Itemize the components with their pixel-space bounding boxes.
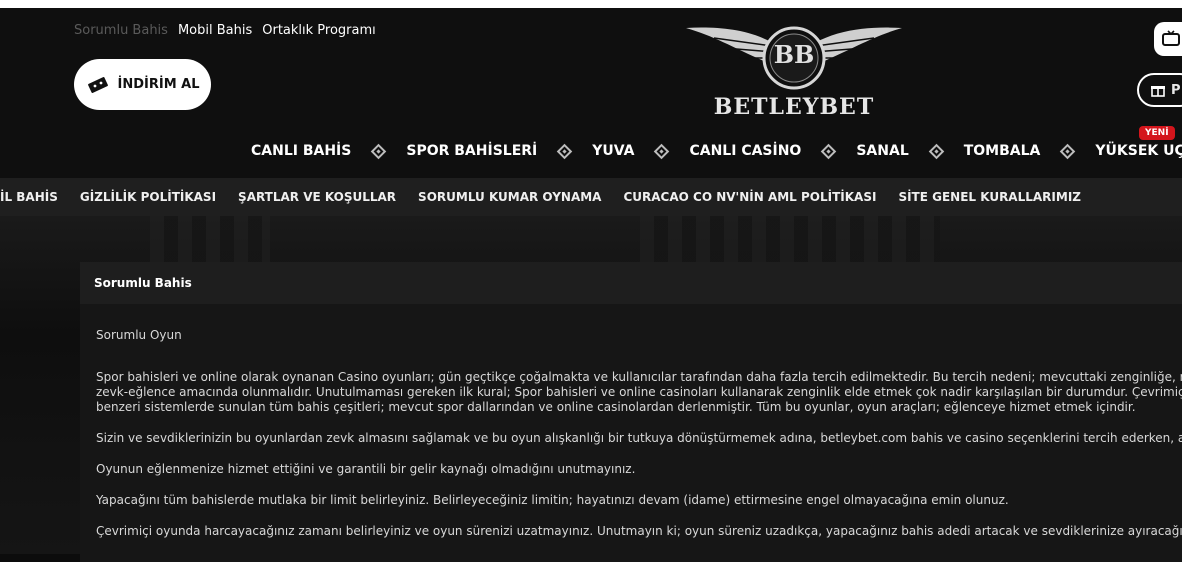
nav-tombala[interactable]: TOMBALA (964, 143, 1041, 159)
logo-text: BETLEYBET (713, 94, 875, 120)
gift-icon (1151, 86, 1165, 97)
nav-canli-casino[interactable]: CANLI CASİNO (689, 143, 801, 159)
diamond-icon (928, 143, 945, 159)
nav-yuva[interactable]: YUVA (592, 143, 634, 159)
paragraph-line: zevk-eğlence amacında olunmalıdır. Unutu… (96, 385, 1182, 399)
paragraph-line: Spor bahisleri ve online olarak oynanan … (96, 370, 1182, 384)
paragraph-2: Sizin ve sevdiklerinizin bu oyunlardan z… (96, 431, 1182, 445)
top-link-sorumlu-bahis[interactable]: Sorumlu Bahis (74, 23, 168, 38)
panel-title: Sorumlu Bahis (80, 262, 1182, 304)
promo-button-label: P (1171, 82, 1181, 98)
logo-monogram: BB (773, 40, 815, 69)
diamond-icon (654, 143, 670, 159)
nav-sanal[interactable]: SANAL (856, 143, 908, 159)
subnav-il-bahis[interactable]: İL BAHİS (0, 190, 58, 204)
top-links: Sorumlu Bahis Mobil Bahis Ortaklık Progr… (74, 23, 376, 38)
paragraph-line: benzeri sistemlerde sunulan tüm bahis çe… (96, 400, 1136, 414)
new-badge: YENİ (1139, 126, 1175, 140)
subnav-sorumlu-kumar[interactable]: SORUMLU KUMAR OYNAMA (418, 190, 601, 204)
top-link-mobil-bahis[interactable]: Mobil Bahis (178, 23, 252, 38)
background-decoration (640, 216, 940, 266)
promo-button[interactable]: P (1137, 73, 1182, 107)
content-panel: Sorumlu Bahis Sorumlu Oyun Spor bahisler… (80, 262, 1182, 562)
paragraph-4: Yapacağını tüm bahislerde mutlaka bir li… (96, 493, 1009, 507)
paragraph-1: Spor bahisleri ve online olarak oynanan … (96, 370, 1182, 415)
top-link-ortaklik[interactable]: Ortaklık Programı (262, 23, 376, 38)
nav-canli-bahis[interactable]: CANLI BAHİS (251, 143, 351, 159)
subnav-site-kurallari[interactable]: SİTE GENEL KURALLARIMIZ (898, 190, 1081, 204)
diamond-icon (556, 143, 573, 159)
paragraph-3: Oyunun eğlenmenize hizmet ettiğini ve ga… (96, 462, 636, 476)
panel-subtitle: Sorumlu Oyun (96, 328, 182, 342)
nav-spor-bahisleri[interactable]: SPOR BAHİSLERİ (406, 143, 537, 159)
subnav-gizlilik[interactable]: GİZLİLİK POLİTİKASI (80, 190, 216, 204)
tv-button[interactable] (1154, 22, 1182, 56)
paragraph-5: Çevrimiçi oyunda harcayacağınız zamanı b… (96, 524, 1182, 538)
ticket-icon (87, 76, 108, 93)
discount-button[interactable]: İNDİRİM AL (74, 59, 211, 110)
panel-body: Sorumlu Oyun Spor bahisleri ve online ol… (80, 304, 1182, 539)
subnav-sartlar[interactable]: ŞARTLAR VE KOŞULLAR (238, 190, 396, 204)
header: Sorumlu Bahis Mobil Bahis Ortaklık Progr… (0, 0, 1182, 178)
diamond-icon (821, 143, 837, 159)
discount-button-label: İNDİRİM AL (117, 77, 200, 92)
site-logo[interactable]: BB BETLEYBET (684, 18, 904, 128)
sub-nav: İL BAHİS GİZLİLİK POLİTİKASI ŞARTLAR VE … (0, 178, 1182, 216)
main-nav: CANLI BAHİS SPOR BAHİSLERİ YUVA CANLI CA… (251, 143, 1182, 159)
tv-icon (1162, 30, 1180, 46)
diamond-icon (1060, 143, 1076, 159)
subnav-aml[interactable]: CURACAO CO NV'NİN AML POLİTİKASI (623, 190, 876, 204)
background-decoration (150, 216, 270, 266)
nav-yuksek-ucan[interactable]: YÜKSEK UÇAN (1095, 143, 1182, 159)
diamond-icon (371, 143, 387, 159)
